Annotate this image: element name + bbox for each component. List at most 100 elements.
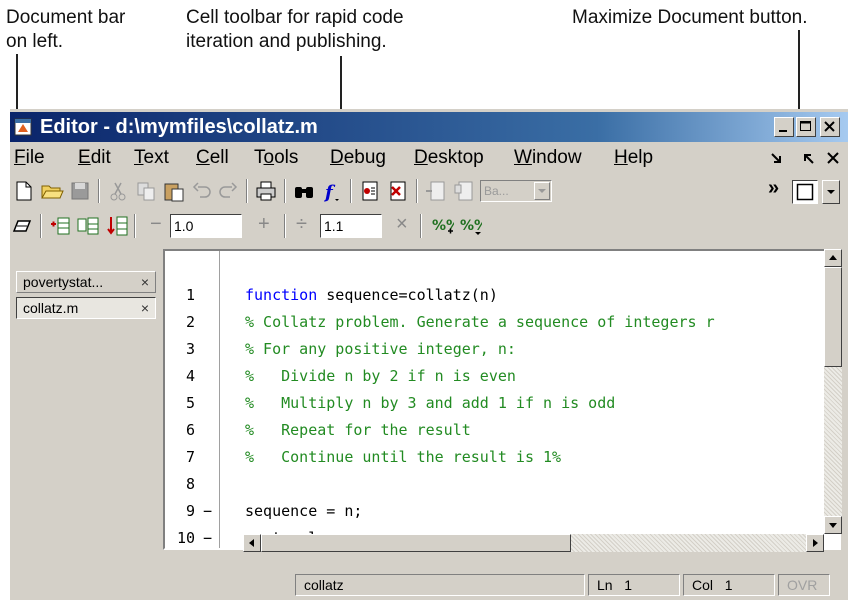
increment-button[interactable]: + bbox=[258, 213, 270, 236]
cell-toolbar: − 1.0 + ÷ 1.1 × %% %% bbox=[10, 210, 848, 242]
menu-edit[interactable]: Edit bbox=[78, 147, 111, 169]
menu-window[interactable]: Window bbox=[514, 147, 582, 169]
print-icon[interactable] bbox=[254, 179, 278, 203]
doc-tab-collatz[interactable]: collatz.m × bbox=[16, 297, 156, 319]
code-line[interactable]: 9− sequence = n; bbox=[165, 471, 825, 520]
clear-breakpoints-icon[interactable] bbox=[386, 179, 410, 203]
paste-icon[interactable] bbox=[162, 179, 186, 203]
code-line[interactable]: 6% Repeat for the result bbox=[165, 390, 825, 439]
menu-bar: File Edit Text Cell Tools Debug Desktop … bbox=[10, 143, 848, 173]
menu-cell[interactable]: Cell bbox=[196, 147, 229, 169]
maximize-document-button[interactable] bbox=[792, 180, 818, 204]
menu-tools[interactable]: Tools bbox=[254, 147, 298, 169]
close-document-icon[interactable] bbox=[826, 151, 840, 165]
doc-tab-label: collatz.m bbox=[23, 300, 79, 316]
step-in-icon[interactable] bbox=[452, 179, 476, 203]
toolbar-separator bbox=[284, 179, 286, 203]
svg-text:%%: %% bbox=[460, 218, 482, 234]
document-bar: povertystat... × collatz.m × bbox=[10, 245, 162, 572]
doc-tab-povertystat[interactable]: povertystat... × bbox=[16, 271, 156, 293]
chevron-down-icon bbox=[827, 190, 835, 194]
scroll-right-button[interactable] bbox=[806, 534, 824, 552]
vertical-scrollbar[interactable] bbox=[824, 249, 842, 534]
vertical-scroll-thumb[interactable] bbox=[824, 267, 842, 367]
show-cell-titles-icon[interactable]: %% bbox=[458, 214, 482, 238]
doc-tab-close-icon[interactable]: × bbox=[141, 298, 149, 318]
increment-value-field[interactable]: 1.0 bbox=[170, 214, 242, 238]
menu-debug[interactable]: Debug bbox=[330, 147, 386, 169]
close-window-button[interactable] bbox=[820, 117, 840, 137]
find-binoculars-icon[interactable] bbox=[292, 179, 316, 203]
evaluate-entire-file-icon[interactable] bbox=[106, 214, 130, 238]
status-overwrite-indicator: OVR bbox=[778, 574, 830, 596]
status-column-number: Col 1 bbox=[683, 574, 775, 596]
set-breakpoint-icon[interactable] bbox=[358, 179, 382, 203]
function-browser-icon[interactable]: f bbox=[320, 179, 344, 203]
code-line[interactable]: 4% Divide n by 2 if n is even bbox=[165, 336, 825, 385]
enable-cell-mode-icon[interactable] bbox=[10, 214, 34, 238]
scroll-down-button[interactable] bbox=[824, 516, 842, 534]
status-line-number: Ln 1 bbox=[588, 574, 680, 596]
evaluate-cell-icon[interactable] bbox=[48, 214, 72, 238]
stack-combo-value: Ba... bbox=[484, 184, 509, 198]
step-icon[interactable] bbox=[424, 179, 448, 203]
dock-arrow-icon[interactable] bbox=[802, 151, 816, 165]
horizontal-scroll-thumb[interactable] bbox=[261, 534, 571, 552]
code-line[interactable]: 3% For any positive integer, n: bbox=[165, 309, 825, 358]
scale-value-field[interactable]: 1.1 bbox=[320, 214, 382, 238]
status-bar: collatz Ln 1 Col 1 OVR bbox=[10, 570, 848, 600]
code-line[interactable]: 2% Collatz problem. Generate a sequence … bbox=[165, 282, 825, 331]
undock-arrow-icon[interactable] bbox=[770, 151, 784, 165]
stack-combo[interactable]: Ba... bbox=[480, 180, 552, 202]
menu-help[interactable]: Help bbox=[614, 147, 653, 169]
chevron-down-icon bbox=[538, 189, 546, 193]
scroll-up-button[interactable] bbox=[824, 249, 842, 267]
annotation-cell-toolbar: Cell toolbar for rapid code iteration an… bbox=[186, 7, 404, 52]
toolbar-separator bbox=[134, 214, 136, 238]
code-line[interactable]: 1 function sequence=collatz(n) bbox=[165, 255, 825, 304]
redo-icon[interactable] bbox=[216, 179, 240, 203]
status-function-name: collatz bbox=[295, 574, 585, 596]
toolbar-separator bbox=[98, 179, 100, 203]
code-line[interactable]: 10−next_value = n; bbox=[165, 498, 825, 547]
annotation-maximize: Maximize Document button. bbox=[572, 7, 808, 28]
toolbar-separator bbox=[284, 214, 286, 238]
scroll-left-button[interactable] bbox=[243, 534, 261, 552]
close-icon bbox=[824, 121, 835, 132]
toolbar-overflow[interactable]: » bbox=[768, 177, 779, 200]
arrow-up-icon bbox=[829, 255, 837, 260]
decrement-button[interactable]: − bbox=[150, 213, 162, 236]
stack-combo-dropdown[interactable] bbox=[534, 182, 550, 200]
insert-cell-divider-icon[interactable]: %% bbox=[430, 214, 454, 238]
toolbar-separator bbox=[416, 179, 418, 203]
undo-icon[interactable] bbox=[190, 179, 214, 203]
title-bar[interactable]: Editor - d:\mymfiles\collatz.m bbox=[10, 112, 848, 142]
evaluate-cell-advance-icon[interactable] bbox=[76, 214, 100, 238]
copy-icon[interactable] bbox=[134, 179, 158, 203]
toolbar-separator bbox=[40, 214, 42, 238]
menu-file[interactable]: File bbox=[14, 147, 45, 169]
code-editor[interactable]: 1 function sequence=collatz(n) 2% Collatz… bbox=[163, 249, 841, 550]
code-line[interactable]: 5% Multiply n by 3 and add 1 if n is odd bbox=[165, 363, 825, 412]
menu-desktop[interactable]: Desktop bbox=[414, 147, 484, 169]
minimize-button[interactable] bbox=[774, 117, 794, 137]
toolbar-separator bbox=[420, 214, 422, 238]
multiply-button[interactable]: × bbox=[396, 213, 408, 236]
save-icon[interactable] bbox=[68, 179, 92, 203]
open-folder-icon[interactable] bbox=[40, 179, 64, 203]
menu-text[interactable]: Text bbox=[134, 147, 169, 169]
cut-icon[interactable] bbox=[106, 179, 130, 203]
toolbar-separator bbox=[246, 179, 248, 203]
arrow-down-icon bbox=[829, 523, 837, 528]
code-line[interactable]: 8 bbox=[165, 444, 825, 493]
maximize-window-button[interactable] bbox=[796, 117, 816, 137]
toolbar-separator bbox=[350, 179, 352, 203]
document-arrangement-dropdown[interactable] bbox=[822, 180, 840, 204]
doc-tab-close-icon[interactable]: × bbox=[141, 272, 149, 292]
code-line[interactable]: 7% Continue until the result is 1% bbox=[165, 417, 825, 466]
window-title: Editor - d:\mymfiles\collatz.m bbox=[40, 116, 318, 138]
new-file-icon[interactable] bbox=[12, 179, 36, 203]
divide-button[interactable]: ÷ bbox=[296, 213, 307, 236]
horizontal-scrollbar[interactable] bbox=[243, 534, 824, 552]
editor-app-icon bbox=[14, 118, 32, 136]
